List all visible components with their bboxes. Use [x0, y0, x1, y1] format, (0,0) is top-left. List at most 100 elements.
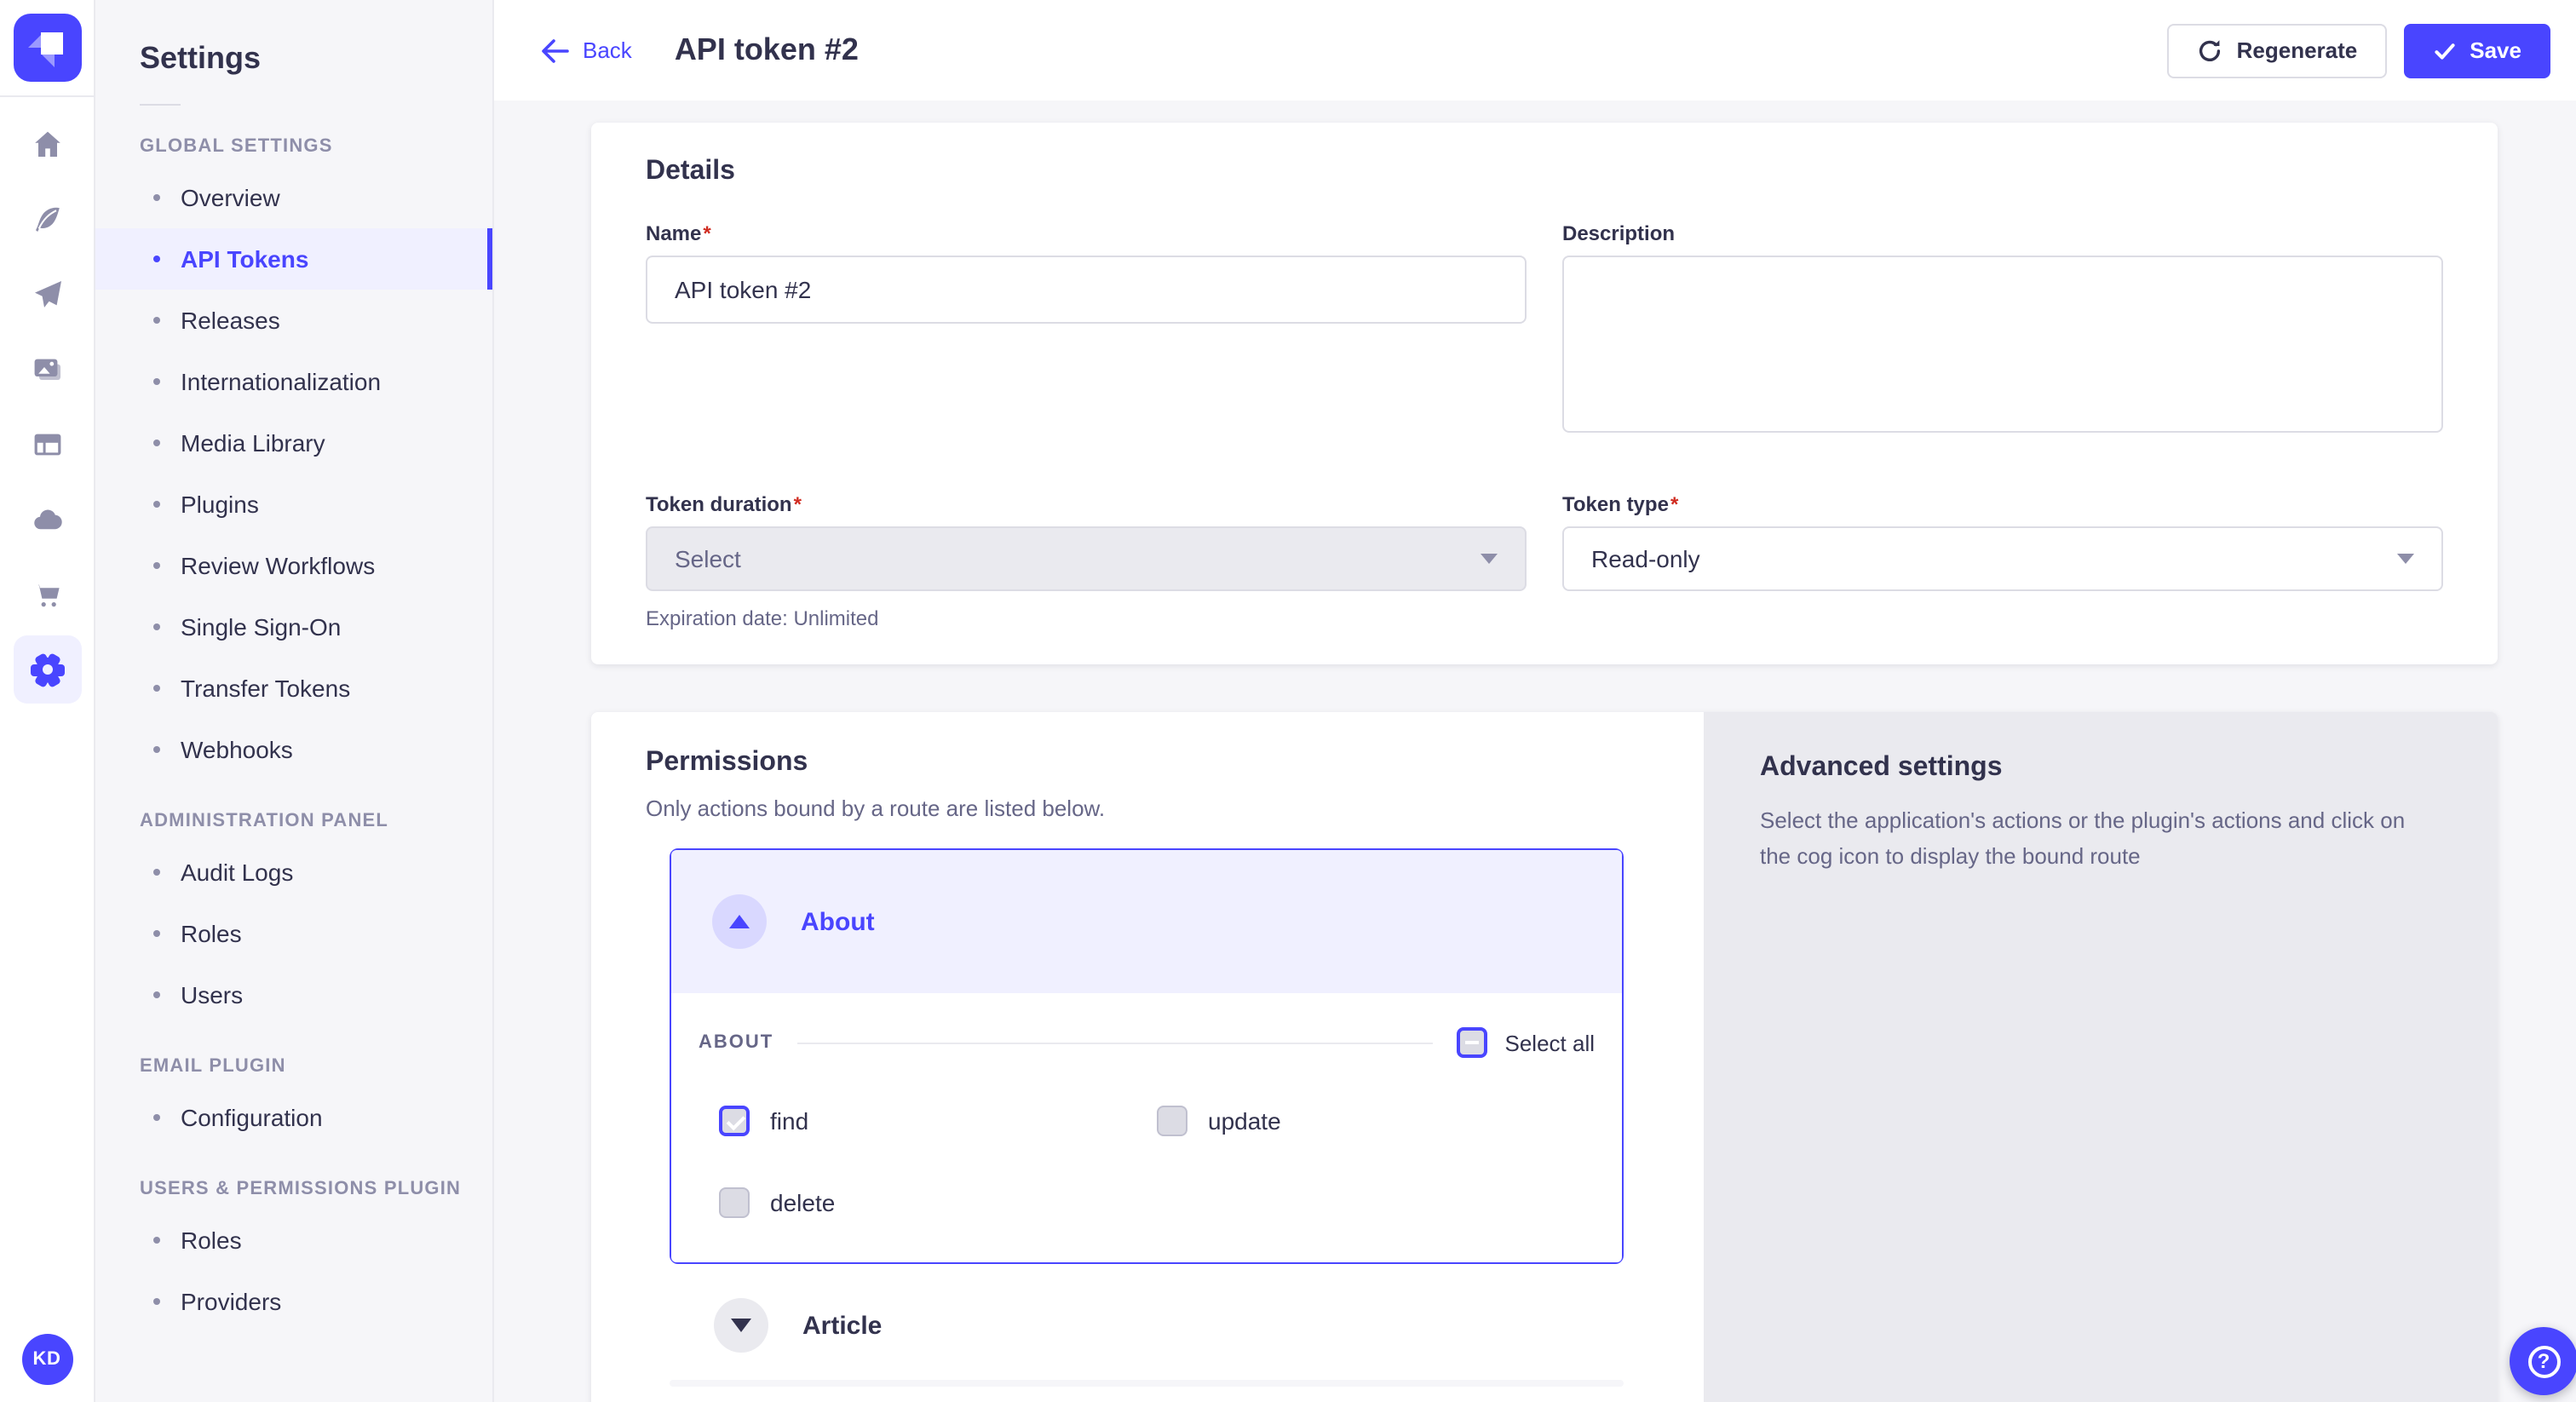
bullet-icon	[153, 1114, 160, 1121]
bullet-icon	[153, 930, 160, 937]
chevron-down-icon	[2397, 554, 2414, 564]
details-card: Details Name* Description Token duration…	[591, 123, 2498, 664]
arrow-left-icon	[540, 38, 569, 62]
sidebar-item[interactable]: Audit Logs	[95, 842, 492, 903]
collapse-toggle[interactable]	[712, 894, 767, 949]
sidebar-item-label: Roles	[181, 1227, 242, 1254]
sidebar-item[interactable]: API Tokens	[95, 228, 492, 290]
token-duration-label: Token duration*	[646, 492, 1527, 516]
section-divider	[797, 1042, 1433, 1043]
select-all-checkbox[interactable]	[1458, 1027, 1488, 1058]
advanced-settings-title: Advanced settings	[1760, 753, 2429, 784]
advanced-settings-panel: Advanced settings Select the application…	[1704, 712, 2498, 1402]
bullet-icon	[153, 623, 160, 630]
sidebar-item-label: Transfer Tokens	[181, 675, 350, 702]
sidebar-section-global-settings: GLOBAL SETTINGS Overview API Tokens	[95, 136, 492, 780]
action-checkbox[interactable]	[719, 1187, 750, 1218]
token-duration-select[interactable]: Select	[646, 526, 1527, 591]
bullet-icon	[153, 562, 160, 569]
sidebar-item[interactable]: Overview	[95, 167, 492, 228]
sidebar-section-users-permissions-plugin: USERS & PERMISSIONS PLUGIN Roles Provide…	[95, 1179, 492, 1332]
actions-grid: find update	[719, 1106, 1595, 1218]
help-button[interactable]	[2510, 1327, 2576, 1395]
permission-action[interactable]: update	[1157, 1106, 1595, 1136]
bullet-icon	[153, 378, 160, 385]
expiration-hint: Expiration date: Unlimited	[646, 606, 1527, 630]
token-type-select[interactable]: Read-only	[1562, 526, 2443, 591]
regenerate-button[interactable]: Regenerate	[2167, 23, 2387, 78]
expand-toggle[interactable]	[714, 1298, 768, 1353]
bullet-icon	[153, 1298, 160, 1305]
bullet-icon	[153, 991, 160, 998]
sidebar-item-label: Plugins	[181, 491, 259, 518]
action-checkbox[interactable]	[719, 1106, 750, 1136]
bullet-icon	[153, 194, 160, 201]
sidebar-item[interactable]: Configuration	[95, 1087, 492, 1148]
token-duration-value: Select	[675, 545, 741, 572]
description-label: Description	[1562, 221, 2443, 245]
article-accordion-header[interactable]: Article	[714, 1298, 1624, 1353]
description-textarea[interactable]	[1562, 256, 2443, 433]
action-label: delete	[770, 1189, 835, 1216]
sidebar-item[interactable]: Internationalization	[95, 351, 492, 412]
send-icon[interactable]	[13, 261, 81, 329]
sidebar-item[interactable]: Releases	[95, 290, 492, 351]
bullet-icon	[153, 746, 160, 753]
select-all-control[interactable]: Select all	[1458, 1027, 1596, 1058]
media-library-icon[interactable]	[13, 336, 81, 404]
name-label: Name*	[646, 221, 1527, 245]
section-header: EMAIL PLUGIN	[95, 1056, 492, 1077]
sidebar-item[interactable]: Roles	[95, 1210, 492, 1271]
select-all-label: Select all	[1505, 1030, 1596, 1055]
about-section-label: ABOUT	[699, 1032, 773, 1053]
sidebar-item[interactable]: Single Sign-On	[95, 596, 492, 658]
sidebar-item[interactable]: Plugins	[95, 474, 492, 535]
token-type-value: Read-only	[1591, 545, 1700, 572]
refresh-icon	[2196, 37, 2223, 64]
sidebar-item[interactable]: Transfer Tokens	[95, 658, 492, 719]
sidebar-item[interactable]: Review Workflows	[95, 535, 492, 596]
layout-icon[interactable]	[13, 411, 81, 479]
bullet-icon	[153, 317, 160, 324]
sidebar-item-label: Overview	[181, 184, 280, 211]
marketplace-cart-icon[interactable]	[13, 560, 81, 629]
required-marker: *	[794, 492, 802, 516]
sidebar-item-label: Media Library	[181, 429, 325, 457]
about-accordion-header[interactable]: About	[671, 850, 1622, 993]
name-input[interactable]	[646, 256, 1527, 324]
sidebar-item[interactable]: Webhooks	[95, 719, 492, 780]
save-button[interactable]: Save	[2403, 23, 2550, 78]
section-header: GLOBAL SETTINGS	[95, 136, 492, 157]
bullet-icon	[153, 501, 160, 508]
content-manager-icon[interactable]	[13, 186, 81, 254]
app-root: KD Settings GLOBAL SETTINGS Overview API…	[0, 0, 2576, 1402]
settings-gear-icon[interactable]	[13, 635, 81, 704]
token-type-label: Token type*	[1562, 492, 2443, 516]
user-avatar[interactable]: KD	[21, 1334, 72, 1385]
sidebar-item-label: Releases	[181, 307, 280, 334]
sidebar-item[interactable]: Roles	[95, 903, 492, 964]
home-icon[interactable]	[13, 111, 81, 179]
required-marker: *	[703, 221, 710, 245]
permissions-title: Permissions	[646, 748, 1649, 779]
permission-action[interactable]: delete	[719, 1187, 1157, 1218]
sidebar-section-email-plugin: EMAIL PLUGIN Configuration	[95, 1056, 492, 1148]
action-checkbox[interactable]	[1157, 1106, 1187, 1136]
back-button[interactable]: Back	[540, 37, 632, 63]
cloud-icon[interactable]	[13, 486, 81, 554]
about-accordion: About ABOUT Select all	[670, 848, 1624, 1264]
bullet-icon	[153, 256, 160, 262]
sidebar-item-label: Review Workflows	[181, 552, 375, 579]
sidebar-item[interactable]: Media Library	[95, 412, 492, 474]
next-section-divider	[670, 1380, 1624, 1387]
action-label: update	[1208, 1107, 1281, 1135]
sidebar-title-divider	[140, 104, 181, 106]
sidebar-item-label: Webhooks	[181, 736, 293, 763]
sidebar-item-label: Providers	[181, 1288, 281, 1315]
permission-action[interactable]: find	[719, 1106, 1157, 1136]
sidebar-item[interactable]: Users	[95, 964, 492, 1026]
strapi-logo[interactable]	[13, 14, 81, 82]
sidebar-item[interactable]: Providers	[95, 1271, 492, 1332]
bullet-icon	[153, 869, 160, 876]
chevron-down-icon	[731, 1319, 751, 1332]
